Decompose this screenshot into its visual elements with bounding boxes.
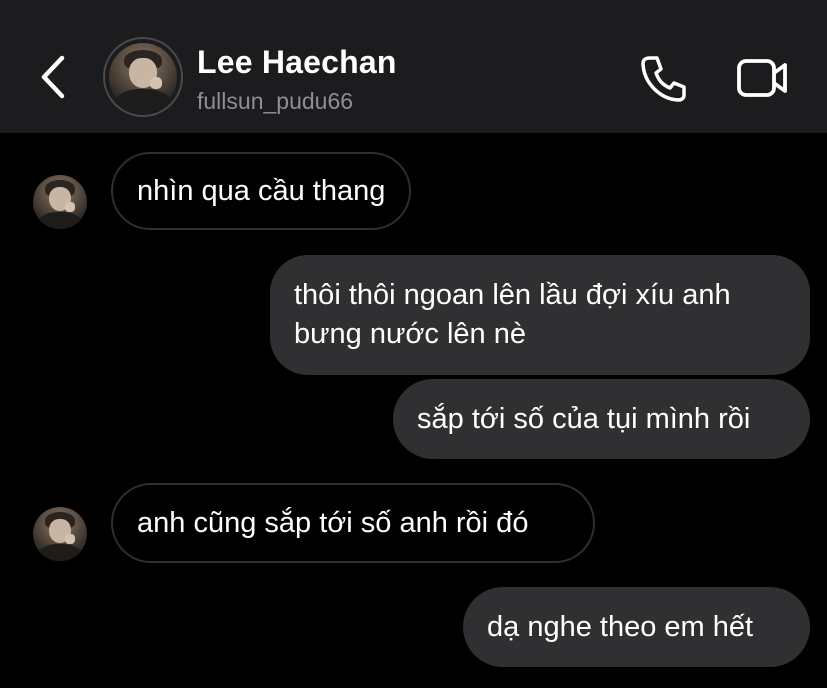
contact-username[interactable]: fullsun_pudu66 — [197, 88, 353, 115]
sender-avatar[interactable] — [33, 507, 87, 561]
avatar-photo — [33, 175, 87, 229]
message-bubble-outgoing[interactable]: sắp tới số của tụi mình rồi — [393, 379, 810, 459]
message-thread[interactable]: nhìn qua cầu thang thôi thôi ngoan lên l… — [0, 133, 827, 688]
chevron-left-icon — [41, 55, 65, 99]
avatar-photo — [109, 43, 177, 111]
message-bubble-outgoing[interactable]: thôi thôi ngoan lên lầu đợi xíu anh bưng… — [270, 255, 810, 375]
message-bubble-incoming[interactable]: anh cũng sắp tới số anh rồi đó — [111, 483, 595, 563]
contact-avatar[interactable] — [103, 37, 183, 117]
back-button[interactable] — [36, 52, 72, 102]
avatar-photo — [33, 507, 87, 561]
phone-icon — [641, 56, 686, 102]
message-bubble-incoming[interactable]: nhìn qua cầu thang — [111, 152, 412, 230]
contact-name[interactable]: Lee Haechan — [197, 44, 397, 81]
voice-call-button[interactable] — [636, 52, 690, 106]
video-call-button[interactable] — [734, 54, 790, 102]
chat-header: Lee Haechan fullsun_pudu66 — [0, 0, 827, 133]
message-bubble-outgoing[interactable]: dạ nghe theo em hết — [463, 587, 810, 667]
video-camera-icon — [737, 59, 787, 97]
sender-avatar[interactable] — [33, 175, 87, 229]
